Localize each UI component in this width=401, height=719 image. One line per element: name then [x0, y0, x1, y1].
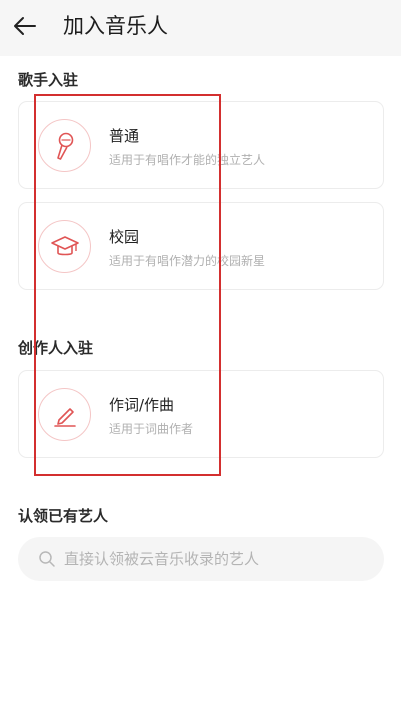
- section-title-singer: 歌手入驻: [18, 71, 79, 89]
- search-input[interactable]: [64, 537, 364, 581]
- card-title: 校园: [109, 228, 140, 246]
- icon-circle: [38, 220, 91, 273]
- search-icon: [39, 551, 55, 567]
- microphone-icon: [56, 132, 73, 160]
- card-lyricist-composer[interactable]: 作词/作曲 适用于词曲作者: [18, 370, 384, 458]
- card-description: 适用于有唱作才能的独立艺人: [109, 153, 266, 167]
- page-title: 加入音乐人: [63, 14, 168, 38]
- back-button[interactable]: [10, 11, 40, 41]
- header-bar: 加入音乐人: [0, 0, 401, 56]
- graduation-cap-icon: [50, 235, 79, 255]
- icon-circle: [38, 119, 91, 172]
- join-musician-page: 加入音乐人 歌手入驻 普通 适用于有唱作才能的独立艺人 校园 适用于有唱作潜力的…: [0, 0, 401, 719]
- section-title-claim: 认领已有艺人: [18, 507, 109, 525]
- card-normal[interactable]: 普通 适用于有唱作才能的独立艺人: [18, 101, 384, 189]
- pen-icon: [53, 407, 76, 427]
- card-description: 适用于词曲作者: [109, 422, 194, 436]
- card-description: 适用于有唱作潜力的校园新星: [109, 254, 266, 268]
- section-title-creator: 创作人入驻: [18, 339, 94, 357]
- arrow-left-icon: [14, 17, 36, 35]
- card-campus[interactable]: 校园 适用于有唱作潜力的校园新星: [18, 202, 384, 290]
- icon-circle: [38, 388, 91, 441]
- card-title: 作词/作曲: [109, 396, 175, 414]
- card-title: 普通: [109, 127, 140, 145]
- search-bar[interactable]: [18, 537, 384, 581]
